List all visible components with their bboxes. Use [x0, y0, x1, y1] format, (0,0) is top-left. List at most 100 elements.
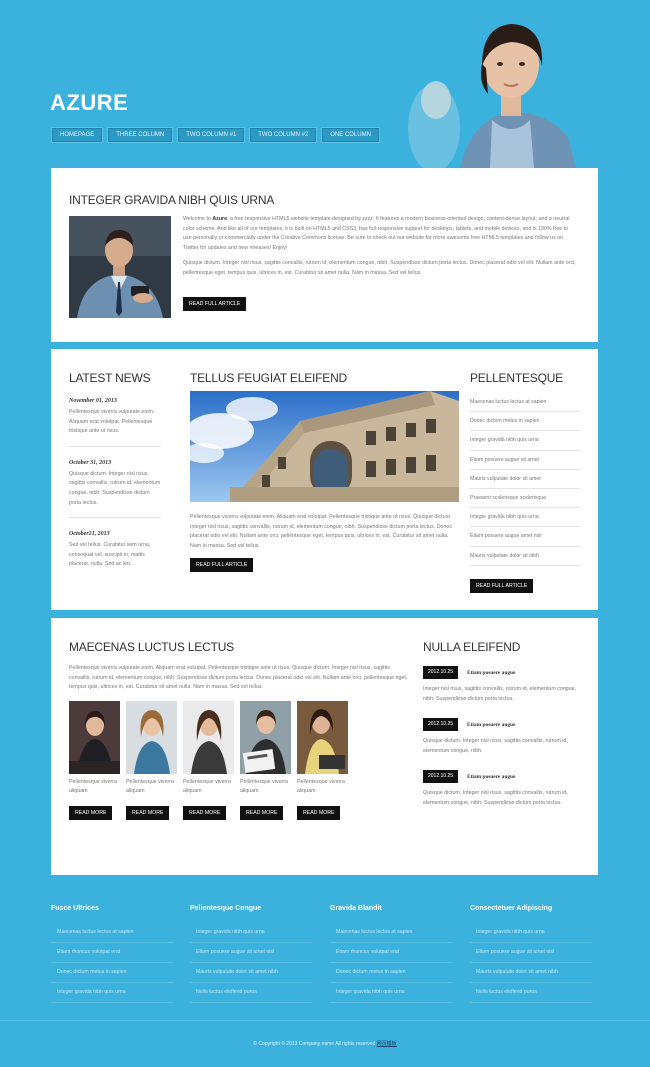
list-item[interactable]: Mauris vulputate dolor sit nibh — [470, 547, 580, 566]
footer-link[interactable]: Integer gravida nibh quis urna — [470, 923, 592, 943]
read-more-button[interactable]: READ MORE — [297, 805, 341, 820]
intro-panel: INTEGER GRAVIDA NIBH QUIS URNA Welcome t… — [51, 168, 598, 342]
footer-link[interactable]: Maecenas luctus lectus at sapien — [330, 923, 452, 943]
list-item[interactable]: Etiam posuere augue sit amet — [470, 451, 580, 470]
nulla-section: NULLA ELEIFEND 2012.10.25 Etiam posuere … — [423, 640, 583, 809]
event-text: Quisque dictum. Integer nisl risus, sagi… — [423, 790, 568, 806]
footer-link-list: Integer gravida nibh quis urna Etiam pos… — [190, 923, 312, 1003]
feature-title: TELLUS FEUGIAT ELEIFEND — [190, 371, 347, 385]
pellentesque-list: Maecenas luctus lectus at sapien Donec d… — [470, 393, 580, 566]
event-header: 2012.10.25 Etiam posuere augue — [423, 718, 583, 732]
list-item[interactable]: Integer gravida nibh quis urna — [470, 508, 580, 528]
intro-paragraph-2: Quisque dictum. Integer nisl risus, sagi… — [183, 260, 576, 276]
gallery-caption: Pellentesque viverra aliquam — [297, 778, 345, 795]
template-link[interactable]: 网页模板 — [377, 1041, 397, 1047]
list-item[interactable]: Integer gravida nibh quis urna — [470, 431, 580, 451]
nav-tab-homepage[interactable]: HOMEPAGE — [51, 127, 104, 143]
event-title[interactable]: Etiam posuere augue — [467, 670, 515, 676]
three-column-panel: LATEST NEWS November 01, 2013 Pellentesq… — [51, 349, 598, 610]
footer-link[interactable]: Donec dictum metus in sapien — [330, 963, 452, 983]
gallery-item: Pellentesque viverra aliquam READ MORE — [297, 700, 348, 820]
list-item[interactable]: Donec dictum metus in sapien — [470, 412, 580, 432]
footer-link[interactable]: Etiam rhoncus volutpat erat — [330, 943, 452, 963]
maecenas-section: MAECENAS LUCTUS LECTUS Pellentesque vive… — [69, 640, 412, 820]
news-text[interactable]: Sed vel tellus. Curabitur sem urna, cons… — [69, 541, 161, 579]
footer-link[interactable]: Etiam posuere augue sit amet nisl — [470, 943, 592, 963]
woman-with-newspaper-photo[interactable] — [240, 700, 291, 774]
event-title[interactable]: Etiam posuere augue — [467, 722, 515, 728]
footer-link[interactable]: Etiam posuere augue sit amet nisl — [190, 943, 312, 963]
latest-news-column: LATEST NEWS November 01, 2013 Pellentesq… — [69, 371, 161, 579]
intro-title: INTEGER GRAVIDA NIBH QUIS URNA — [69, 193, 275, 207]
footer-link[interactable]: Integer gravida nibh quis urna — [330, 983, 452, 1003]
nav-tab-two-column-2[interactable]: TWO COLUMN #2 — [249, 127, 318, 143]
news-item: October21, 2013 Sed vel tellus. Curabitu… — [69, 531, 161, 579]
news-date: October21, 2013 — [69, 531, 110, 538]
footer-link[interactable]: Nulla luctus eleifend purus — [190, 983, 312, 1003]
event-header: 2012.10.25 Etiam posuere augue — [423, 666, 583, 679]
footer-link[interactable]: Mauris vulputate dolor sit amet nibh — [470, 963, 592, 983]
footer-link[interactable]: Donec dictum metus in sapien — [51, 963, 173, 983]
site-header: AZURE HOMEPAGE THREE COLUMN TWO COLUMN #… — [0, 0, 650, 168]
feature-read-full-article-button[interactable]: READ FULL ARTICLE — [190, 558, 254, 573]
intro-text: Welcome to Azure, a free responsive HTML… — [183, 215, 578, 285]
footer-link-list: Maecenas luctus lectus at sapien Etiam r… — [51, 923, 173, 1003]
pellentesque-column: PELLENTESQUE Maecenas luctus lectus at s… — [470, 371, 580, 593]
list-item[interactable]: Etiam posuere augue amet nisl — [470, 527, 580, 547]
nav-tab-one-column[interactable]: ONE COLUMN — [321, 127, 380, 143]
nulla-title: NULLA ELEIFEND — [423, 640, 521, 654]
footer-link[interactable]: Nulla luctus eleifend purus — [470, 983, 592, 1003]
copyright: © Copyright © 2013 Company name All righ… — [0, 1040, 650, 1047]
intro-rest-text: , a free responsive HTML5 website templa… — [183, 216, 570, 251]
footer-link-list: Maecenas luctus lectus at sapien Etiam r… — [330, 923, 452, 1003]
maecenas-text: Pellentesque viverra vulputate enim. Ali… — [69, 665, 408, 691]
read-more-button[interactable]: READ MORE — [126, 805, 170, 820]
footer-column: Pellentesque Congue Integer gravida nibh… — [190, 905, 312, 1003]
gallery-panel: MAECENAS LUCTUS LECTUS Pellentesque vive… — [51, 618, 598, 875]
woman-with-laptop-photo[interactable] — [297, 700, 348, 774]
news-text[interactable]: Pellentesque viverra vulputate enim. Ali… — [69, 408, 161, 447]
footer-link[interactable]: Integer gravida nibh quis urna — [190, 923, 312, 943]
event-date-badge: 2012.10.25 — [423, 666, 459, 679]
news-date: October 31, 2013 — [69, 459, 112, 466]
footer-column-title: Gravida Blandit — [330, 905, 382, 912]
woman-portrait-photo[interactable] — [183, 700, 234, 774]
footer-link[interactable]: Etiam rhoncus volutpat erat — [51, 943, 173, 963]
read-more-button[interactable]: READ MORE — [240, 805, 284, 820]
event-date-badge: 2012.10.25 — [423, 770, 459, 784]
latest-news-title: LATEST NEWS — [69, 371, 151, 385]
news-text[interactable]: Quisque dictum. Integer nisl risus, sagi… — [69, 470, 161, 519]
footer-column-title: Fusce Ultrices — [51, 905, 99, 912]
gallery-caption: Pellentesque viverra aliquam — [240, 778, 288, 795]
nav-tab-three-column[interactable]: THREE COLUMN — [107, 127, 174, 143]
event-title[interactable]: Etiam posuere augue — [467, 774, 515, 780]
woman-smiling-photo[interactable] — [126, 700, 177, 774]
gallery-item: Pellentesque viverra aliquam READ MORE — [240, 700, 291, 820]
footer-link[interactable]: Mauris vulputate dolor sit amet nibh — [190, 963, 312, 983]
footer-link[interactable]: Integer gravida nibh quis urna — [51, 983, 173, 1003]
footer-divider — [0, 1020, 650, 1021]
intro-read-full-article-button[interactable]: READ FULL ARTICLE — [183, 297, 247, 311]
list-item[interactable]: Maecenas luctus lectus at sapien — [470, 393, 580, 413]
gallery-caption: Pellentesque viverra aliquam — [126, 778, 174, 795]
read-more-button[interactable]: READ MORE — [183, 805, 227, 820]
footer-column: Gravida Blandit Maecenas luctus lectus a… — [330, 905, 452, 1003]
event-item: 2012.10.25 Etiam posuere augue Integer n… — [423, 666, 583, 704]
list-item[interactable]: Mauris vulputate dolor sit amet — [470, 470, 580, 489]
site-logo[interactable]: AZURE — [50, 90, 128, 116]
footer-link[interactable]: Maecenas luctus lectus at sapien — [51, 923, 173, 943]
read-more-button[interactable]: READ MORE — [69, 805, 113, 820]
nav-tab-two-column-1[interactable]: TWO COLUMN #1 — [177, 127, 246, 143]
pellentesque-read-full-article-button[interactable]: READ FULL ARTICLE — [470, 578, 534, 593]
intro-brand-name: Azure — [212, 216, 228, 222]
gallery-caption: Pellentesque viverra aliquam — [69, 778, 117, 795]
gallery-caption: Pellentesque viverra aliquam — [183, 778, 231, 795]
list-item[interactable]: Praesent scelerisque scelerisque — [470, 489, 580, 509]
footer-column-title: Pellentesque Congue — [190, 905, 262, 912]
footer-link-list: Integer gravida nibh quis urna Etiam pos… — [470, 923, 592, 1003]
feature-column: TELLUS FEUGIAT ELEIFEND Pellentesque viv… — [190, 371, 459, 573]
woman-at-desk-photo[interactable] — [69, 700, 120, 774]
news-item: October 31, 2013 Quisque dictum. Integer… — [69, 459, 161, 519]
news-date: November 01, 2013 — [69, 398, 117, 404]
news-item: November 01, 2013 Pellentesque viverra v… — [69, 398, 161, 447]
